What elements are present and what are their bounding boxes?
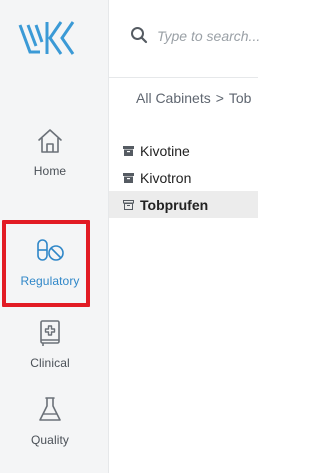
nav-home[interactable]: Home [0, 126, 100, 196]
tree-item-kivotine[interactable]: Kivotine [109, 137, 258, 164]
tree-item-tobprufen[interactable]: Tobprufen [109, 191, 258, 218]
tree-item-label: Kivotine [140, 142, 190, 159]
sidebar: Home Regulatory Clinical Quality [0, 0, 109, 473]
tree-item-label: Tobprufen [140, 196, 209, 213]
cabinet-tree: Kivotine Kivotron Tobprufen [109, 137, 258, 218]
flask-ban-icon [37, 239, 64, 261]
nav-clinical[interactable]: Clinical [0, 318, 100, 388]
nav-home-label: Home [33, 164, 67, 178]
cabinet-icon [123, 145, 134, 156]
cabinet-open-icon [123, 199, 134, 210]
breadcrumb-current[interactable]: Tob [229, 90, 252, 106]
breadcrumb-root[interactable]: All Cabinets [136, 90, 211, 106]
top-bar [109, 0, 267, 78]
breadcrumb: All Cabinets > Tob [136, 90, 251, 106]
home-icon [38, 129, 62, 153]
search-icon [131, 27, 148, 44]
medical-book-icon [40, 320, 60, 346]
kivo-logo[interactable] [17, 16, 81, 60]
cabinet-icon [123, 172, 134, 183]
nav-quality[interactable]: Quality [0, 395, 100, 465]
nav-regulatory[interactable]: Regulatory [0, 236, 100, 306]
nav-clinical-label: Clinical [30, 356, 70, 370]
nav-quality-label: Quality [30, 433, 70, 447]
tree-item-label: Kivotron [140, 169, 192, 186]
search-input[interactable] [157, 24, 267, 48]
breadcrumb-separator: > [215, 90, 224, 106]
tree-item-kivotron[interactable]: Kivotron [109, 164, 258, 191]
nav-regulatory-label: Regulatory [20, 274, 80, 288]
beaker-icon [39, 397, 61, 421]
